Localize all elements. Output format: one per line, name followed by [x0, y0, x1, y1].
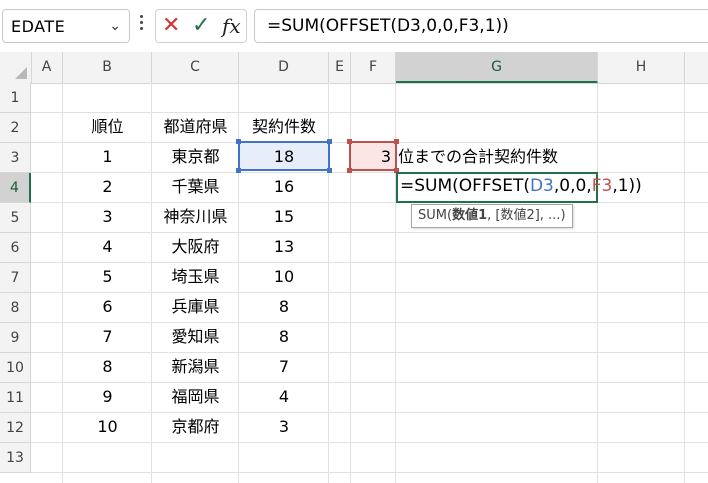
- cell-rank[interactable]: 10: [63, 412, 152, 442]
- column-header-b[interactable]: B: [63, 52, 152, 83]
- cell-prefecture[interactable]: 兵庫県: [152, 292, 239, 322]
- column-header-h[interactable]: H: [598, 52, 685, 83]
- row-header-2[interactable]: 2: [0, 113, 31, 143]
- reference-d3: D3: [529, 176, 554, 196]
- column-header-g[interactable]: G: [396, 52, 598, 83]
- cell-prefecture[interactable]: 東京都: [152, 142, 239, 172]
- header-prefecture[interactable]: 都道府県: [152, 112, 239, 142]
- row-header-13[interactable]: 13: [0, 443, 31, 473]
- enter-icon[interactable]: ✓: [192, 14, 210, 38]
- cell-prefecture[interactable]: 大阪府: [152, 232, 239, 262]
- row-header-3[interactable]: 3: [0, 143, 31, 173]
- row-header-6[interactable]: 6: [0, 233, 31, 263]
- cell-rank[interactable]: 8: [63, 352, 152, 382]
- label-cell-g3[interactable]: 位までの合計契約件数: [398, 142, 558, 172]
- column-header-d[interactable]: D: [239, 52, 329, 83]
- cell-prefecture[interactable]: 神奈川県: [152, 202, 239, 232]
- row-header-10[interactable]: 10: [0, 353, 31, 383]
- cell-rank[interactable]: 7: [63, 322, 152, 352]
- more-options-icon[interactable]: [137, 12, 145, 38]
- row-header-7[interactable]: 7: [0, 263, 31, 293]
- cell-contracts[interactable]: 8: [239, 292, 329, 322]
- formula-text: =SUM(OFFSET(D3,0,0,F3,1)): [267, 16, 509, 36]
- cell-prefecture[interactable]: 新潟県: [152, 352, 239, 382]
- column-header-c[interactable]: C: [152, 52, 239, 83]
- cell-rank[interactable]: 3: [63, 202, 152, 232]
- cell-prefecture[interactable]: 愛知県: [152, 322, 239, 352]
- cell-prefecture[interactable]: 埼玉県: [152, 262, 239, 292]
- row-header-1[interactable]: 1: [0, 83, 31, 113]
- chevron-down-icon[interactable]: ⌄: [109, 18, 121, 34]
- row-header-11[interactable]: 11: [0, 383, 31, 413]
- cell-contracts[interactable]: 8: [239, 322, 329, 352]
- cell-rank[interactable]: 1: [63, 142, 152, 172]
- row-header-12[interactable]: 12: [0, 413, 31, 443]
- row-header-5[interactable]: 5: [0, 203, 31, 233]
- name-box-value: EDATE: [11, 17, 66, 36]
- cell-prefecture[interactable]: 千葉県: [152, 172, 239, 202]
- formula-bar: EDATE ⌄ ✕ ✓ fx =SUM(OFFSET(D3,0,0,F3,1)): [0, 0, 708, 52]
- cell-contracts[interactable]: 18: [239, 142, 329, 172]
- function-tooltip[interactable]: SUM(数値1, [数値2], ...): [411, 204, 573, 228]
- cell-contracts[interactable]: 4: [239, 382, 329, 412]
- input-cell-f3[interactable]: 3: [351, 142, 395, 172]
- cell-rank[interactable]: 4: [63, 232, 152, 262]
- cell-prefecture[interactable]: 福岡県: [152, 382, 239, 412]
- row-header-4[interactable]: 4: [0, 173, 31, 203]
- column-header-e[interactable]: E: [329, 52, 351, 83]
- cell-contracts[interactable]: 7: [239, 352, 329, 382]
- formula-buttons: ✕ ✓ fx: [155, 9, 247, 43]
- cell-rank[interactable]: 9: [63, 382, 152, 412]
- cell-contracts[interactable]: 3: [239, 412, 329, 442]
- cell-contracts[interactable]: 10: [239, 262, 329, 292]
- editing-formula: =SUM(OFFSET(D3,0,0,F3,1)): [400, 176, 642, 196]
- header-contracts[interactable]: 契約件数: [239, 112, 329, 142]
- cell-rank[interactable]: 6: [63, 292, 152, 322]
- column-header-bar: A B C D E F G H: [0, 52, 708, 84]
- cell-contracts[interactable]: 16: [239, 172, 329, 202]
- formula-input[interactable]: =SUM(OFFSET(D3,0,0,F3,1)): [254, 9, 708, 43]
- column-header-f[interactable]: F: [351, 52, 396, 83]
- row-header-9[interactable]: 9: [0, 323, 31, 353]
- editing-cell-g4[interactable]: =SUM(OFFSET(D3,0,0,F3,1)): [396, 172, 642, 203]
- cell-rank[interactable]: 5: [63, 262, 152, 292]
- cell-prefecture[interactable]: 京都府: [152, 412, 239, 442]
- name-box[interactable]: EDATE ⌄: [2, 9, 130, 43]
- insert-function-icon[interactable]: fx: [222, 14, 241, 38]
- cell-contracts[interactable]: 15: [239, 202, 329, 232]
- header-rank[interactable]: 順位: [63, 112, 152, 142]
- cell-rank[interactable]: 2: [63, 172, 152, 202]
- row-header-8[interactable]: 8: [0, 293, 31, 323]
- select-all-button[interactable]: [0, 52, 32, 83]
- cancel-icon[interactable]: ✕: [162, 14, 180, 38]
- cell-contracts[interactable]: 13: [239, 232, 329, 262]
- tooltip-arg-current: 数値1: [452, 208, 488, 223]
- column-header-a[interactable]: A: [31, 52, 63, 83]
- reference-f3: F3: [591, 176, 613, 196]
